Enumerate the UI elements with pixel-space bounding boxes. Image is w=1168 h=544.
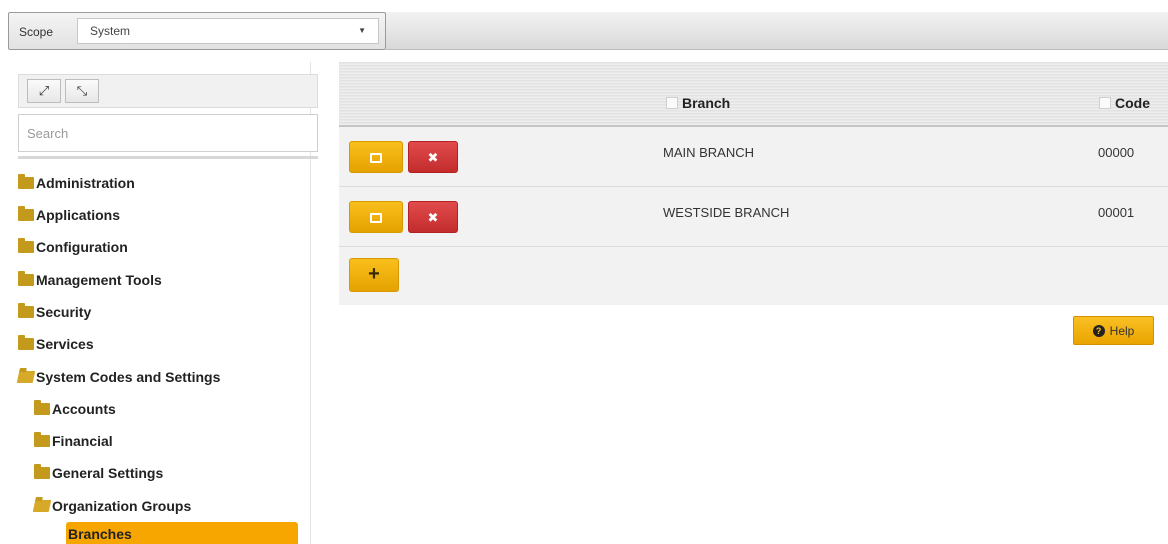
folder-icon xyxy=(18,206,34,221)
folder-icon xyxy=(34,464,50,479)
tree-item-administration[interactable]: Administration xyxy=(18,170,135,196)
folder-open-icon xyxy=(32,500,52,512)
tree-item-label: Branches xyxy=(68,526,132,542)
search-divider xyxy=(18,156,318,159)
column-header-branch[interactable]: Branch xyxy=(666,95,730,111)
close-icon: ✖ xyxy=(427,210,439,225)
scope-label: Scope xyxy=(19,25,54,39)
tree-item-label: General Settings xyxy=(52,465,164,481)
delete-button[interactable]: ✖ xyxy=(408,141,458,173)
delete-button[interactable]: ✖ xyxy=(408,201,458,233)
help-label: Help xyxy=(1109,323,1135,338)
folder-icon xyxy=(18,303,34,318)
help-button[interactable]: ? Help xyxy=(1073,316,1154,345)
folder-icon xyxy=(18,271,34,286)
folder-open-icon xyxy=(16,371,36,383)
tree-item-branches[interactable]: Branches xyxy=(66,522,298,544)
edit-icon xyxy=(370,213,382,223)
scope-toolbar-strip xyxy=(386,12,1168,50)
column-header-label: Branch xyxy=(682,95,731,111)
scope-bar: Scope System ▼ xyxy=(0,0,1168,60)
tree-item-services[interactable]: Services xyxy=(18,331,94,357)
column-header-code[interactable]: Code xyxy=(1099,95,1150,111)
folder-icon xyxy=(18,335,34,350)
add-button[interactable]: + xyxy=(349,258,399,292)
scope-select[interactable]: System ▼ xyxy=(77,18,379,44)
tree-item-label: System Codes and Settings xyxy=(36,369,221,385)
close-icon: ✖ xyxy=(427,150,439,165)
edit-button[interactable] xyxy=(349,141,403,173)
help-icon: ? xyxy=(1092,324,1105,337)
tree-item-label: Applications xyxy=(36,207,121,223)
folder-icon xyxy=(34,400,50,415)
sidebar: ⤢ ⤡ Administration Applications Configur… xyxy=(8,62,318,544)
column-select-checkbox[interactable] xyxy=(666,97,678,109)
collapse-all-button[interactable]: ⤡ xyxy=(65,79,99,103)
tree-toolbar: ⤢ ⤡ xyxy=(18,74,318,108)
tree-item-label: Organization Groups xyxy=(52,498,192,514)
tree-item-label: Services xyxy=(36,336,94,352)
folder-icon xyxy=(18,174,34,189)
tree-item-applications[interactable]: Applications xyxy=(18,202,120,228)
tree-item-management-tools[interactable]: Management Tools xyxy=(18,267,162,293)
tree-item-system-codes-and-settings[interactable]: System Codes and Settings xyxy=(16,364,221,390)
grid-body: ✖ MAIN BRANCH 00000 ✖ WESTSIDE BRANCH 00… xyxy=(339,127,1168,305)
tree-item-general-settings[interactable]: General Settings xyxy=(34,460,163,486)
tree-item-label: Security xyxy=(36,304,92,320)
expand-icon: ⤢ xyxy=(38,83,50,98)
tree-item-organization-groups[interactable]: Organization Groups xyxy=(32,493,192,519)
edit-button[interactable] xyxy=(349,201,403,233)
edit-icon xyxy=(370,153,382,163)
grid-header: Branch Code xyxy=(339,62,1168,127)
tree-item-security[interactable]: Security xyxy=(18,299,91,325)
cell-code: 00000 xyxy=(1098,145,1135,160)
folder-icon xyxy=(18,238,34,253)
plus-icon: + xyxy=(368,263,380,285)
tree-item-label: Financial xyxy=(52,433,113,449)
chevron-down-icon: ▼ xyxy=(358,26,366,35)
scope-select-value: System xyxy=(90,24,131,38)
cell-branch: WESTSIDE BRANCH xyxy=(663,205,790,220)
search-input[interactable] xyxy=(18,114,318,152)
tree-item-label: Accounts xyxy=(52,401,116,417)
column-header-label: Code xyxy=(1115,95,1150,111)
tree-item-configuration[interactable]: Configuration xyxy=(18,234,128,260)
tree-item-label: Management Tools xyxy=(36,272,162,288)
cell-branch: MAIN BRANCH xyxy=(663,145,755,160)
tree-item-label: Configuration xyxy=(36,239,128,255)
tree-item-financial[interactable]: Financial xyxy=(34,428,113,454)
table-row: ✖ WESTSIDE BRANCH 00001 xyxy=(339,187,1168,247)
scope-panel: Scope System ▼ xyxy=(8,12,386,50)
tree-item-accounts[interactable]: Accounts xyxy=(34,396,116,422)
collapse-icon: ⤡ xyxy=(76,83,88,98)
table-row: ✖ MAIN BRANCH 00000 xyxy=(339,127,1168,187)
tree-item-label: Administration xyxy=(36,175,135,191)
cell-code: 00001 xyxy=(1098,205,1135,220)
folder-icon xyxy=(34,432,50,447)
expand-all-button[interactable]: ⤢ xyxy=(27,79,61,103)
column-select-checkbox[interactable] xyxy=(1099,97,1111,109)
